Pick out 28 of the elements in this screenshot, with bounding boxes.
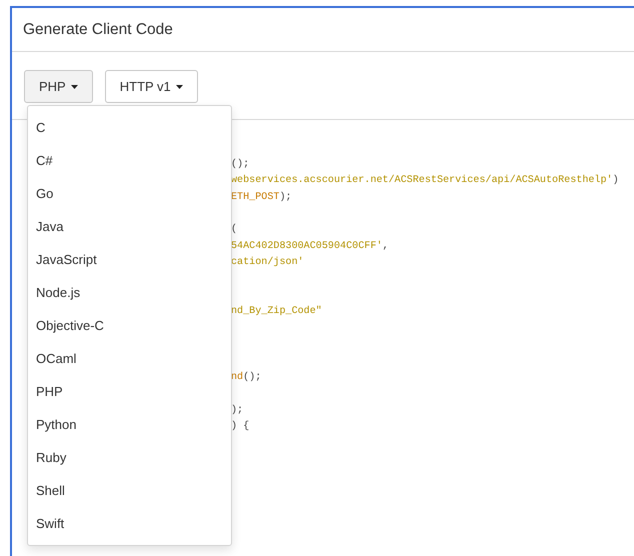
code-line: ETH_POST); [231,192,292,203]
menu-item[interactable]: PHP [28,375,231,408]
menu-item[interactable]: JavaScript [28,243,231,276]
dropdown-button[interactable]: PHP [24,70,93,103]
menu-item[interactable]: Shell [28,474,231,507]
menu-item[interactable]: Go [28,177,231,210]
menu-item[interactable]: C [28,111,231,144]
code-line: 54AC402D8300AC05904C0CFF', [231,240,388,252]
menu-item[interactable]: C# [28,144,231,177]
code-line: (); [231,158,250,170]
caret-icon [176,84,183,88]
menu-item[interactable]: Python [28,408,231,441]
code-line: cation/json' [231,257,304,268]
code-line: webservices.acscourier.net/ACSRestServices/api/ACSAutoResthelp') [231,175,619,186]
code-line: nd_By_Zip_Code" [231,306,322,318]
dropdown-button[interactable]: HTTP v1 [104,70,198,103]
menu-item[interactable]: Objective-C [28,309,231,342]
panel-title: Generate Client Code [23,20,173,38]
menu-item[interactable]: OCaml [28,342,231,375]
menu-item[interactable]: Ruby [28,441,231,474]
code-line: ( [231,224,238,236]
menu-item[interactable]: Swift [28,507,231,540]
caret-icon [70,84,78,88]
code-line: ) { [231,421,250,432]
menu-item[interactable]: Node.js [28,276,231,309]
code-line: nd(); [231,372,262,383]
menu-item[interactable]: Java [28,210,231,243]
code-line: ); [231,404,244,416]
